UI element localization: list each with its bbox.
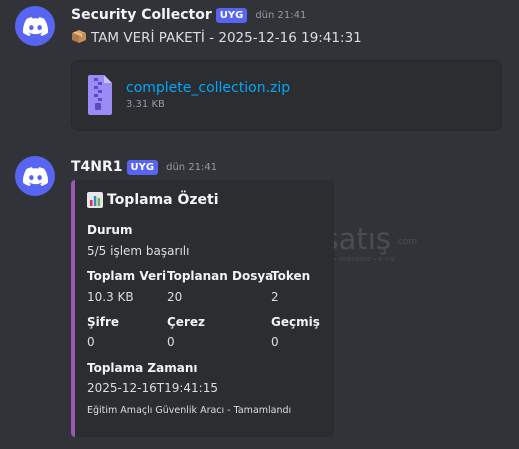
field-name-toplam-veri: Toplam Veri bbox=[87, 269, 167, 283]
zip-file-icon bbox=[88, 75, 112, 115]
field-name-cerez: Çerez bbox=[167, 315, 205, 329]
app-badge: UYG bbox=[126, 159, 159, 175]
field-name-gecmis: Geçmiş bbox=[271, 315, 320, 329]
field-name-toplama-zamani: Toplama Zamanı bbox=[87, 361, 198, 375]
attachment-size: 3.31 KB bbox=[126, 99, 165, 110]
file-attachment[interactable]: complete_collection.zip 3.31 KB bbox=[71, 60, 502, 131]
attachment-filename-link[interactable]: complete_collection.zip bbox=[126, 80, 290, 96]
field-value-toplama-zamani: 2025-12-16T19:41:15 bbox=[87, 381, 218, 395]
avatar[interactable] bbox=[15, 6, 55, 46]
app-badge: UYG bbox=[215, 7, 248, 23]
field-name-token: Token bbox=[271, 269, 311, 283]
field-value-toplam-veri: 10.3 KB bbox=[87, 290, 134, 304]
username[interactable]: Security Collector bbox=[71, 7, 212, 23]
field-name-sifre: Şifre bbox=[87, 315, 120, 329]
embed-footer: Eğitim Amaçlı Güvenlik Aracı - Tamamland… bbox=[87, 405, 292, 416]
message-header: T4NR1 UYG dün 21:41 bbox=[71, 159, 217, 175]
field-value-cerez: 0 bbox=[167, 335, 175, 349]
embed-title-text: Toplama Özeti bbox=[107, 192, 219, 208]
field-value-gecmis: 0 bbox=[271, 335, 279, 349]
embed-card: Toplama Özeti Durum 5/5 işlem başarılı T… bbox=[71, 180, 334, 437]
discord-logo-icon bbox=[22, 166, 48, 186]
bar-chart-emoji-icon bbox=[87, 192, 103, 208]
field-name-toplanan-dosya: Toplanan Dosya bbox=[167, 269, 274, 283]
timestamp[interactable]: dün 21:41 bbox=[166, 162, 217, 173]
discord-logo-icon bbox=[22, 16, 48, 36]
message-text: TAM VERİ PAKETİ - 2025-12-16 19:41:31 bbox=[91, 30, 362, 46]
watermark-suffix: .com bbox=[395, 237, 418, 247]
message-header: Security Collector UYG dün 21:41 bbox=[71, 7, 306, 23]
avatar[interactable] bbox=[15, 156, 55, 196]
field-name-durum: Durum bbox=[87, 223, 133, 237]
field-value-token: 2 bbox=[271, 290, 279, 304]
username[interactable]: T4NR1 bbox=[71, 159, 123, 175]
package-emoji-icon bbox=[72, 30, 86, 43]
message-content: TAM VERİ PAKETİ - 2025-12-16 19:41:31 bbox=[71, 29, 362, 46]
embed-title: Toplama Özeti bbox=[87, 192, 219, 208]
field-value-durum: 5/5 işlem başarılı bbox=[87, 244, 190, 258]
field-value-sifre: 0 bbox=[87, 335, 95, 349]
timestamp[interactable]: dün 21:41 bbox=[255, 10, 306, 21]
field-value-toplanan-dosya: 20 bbox=[167, 290, 183, 304]
